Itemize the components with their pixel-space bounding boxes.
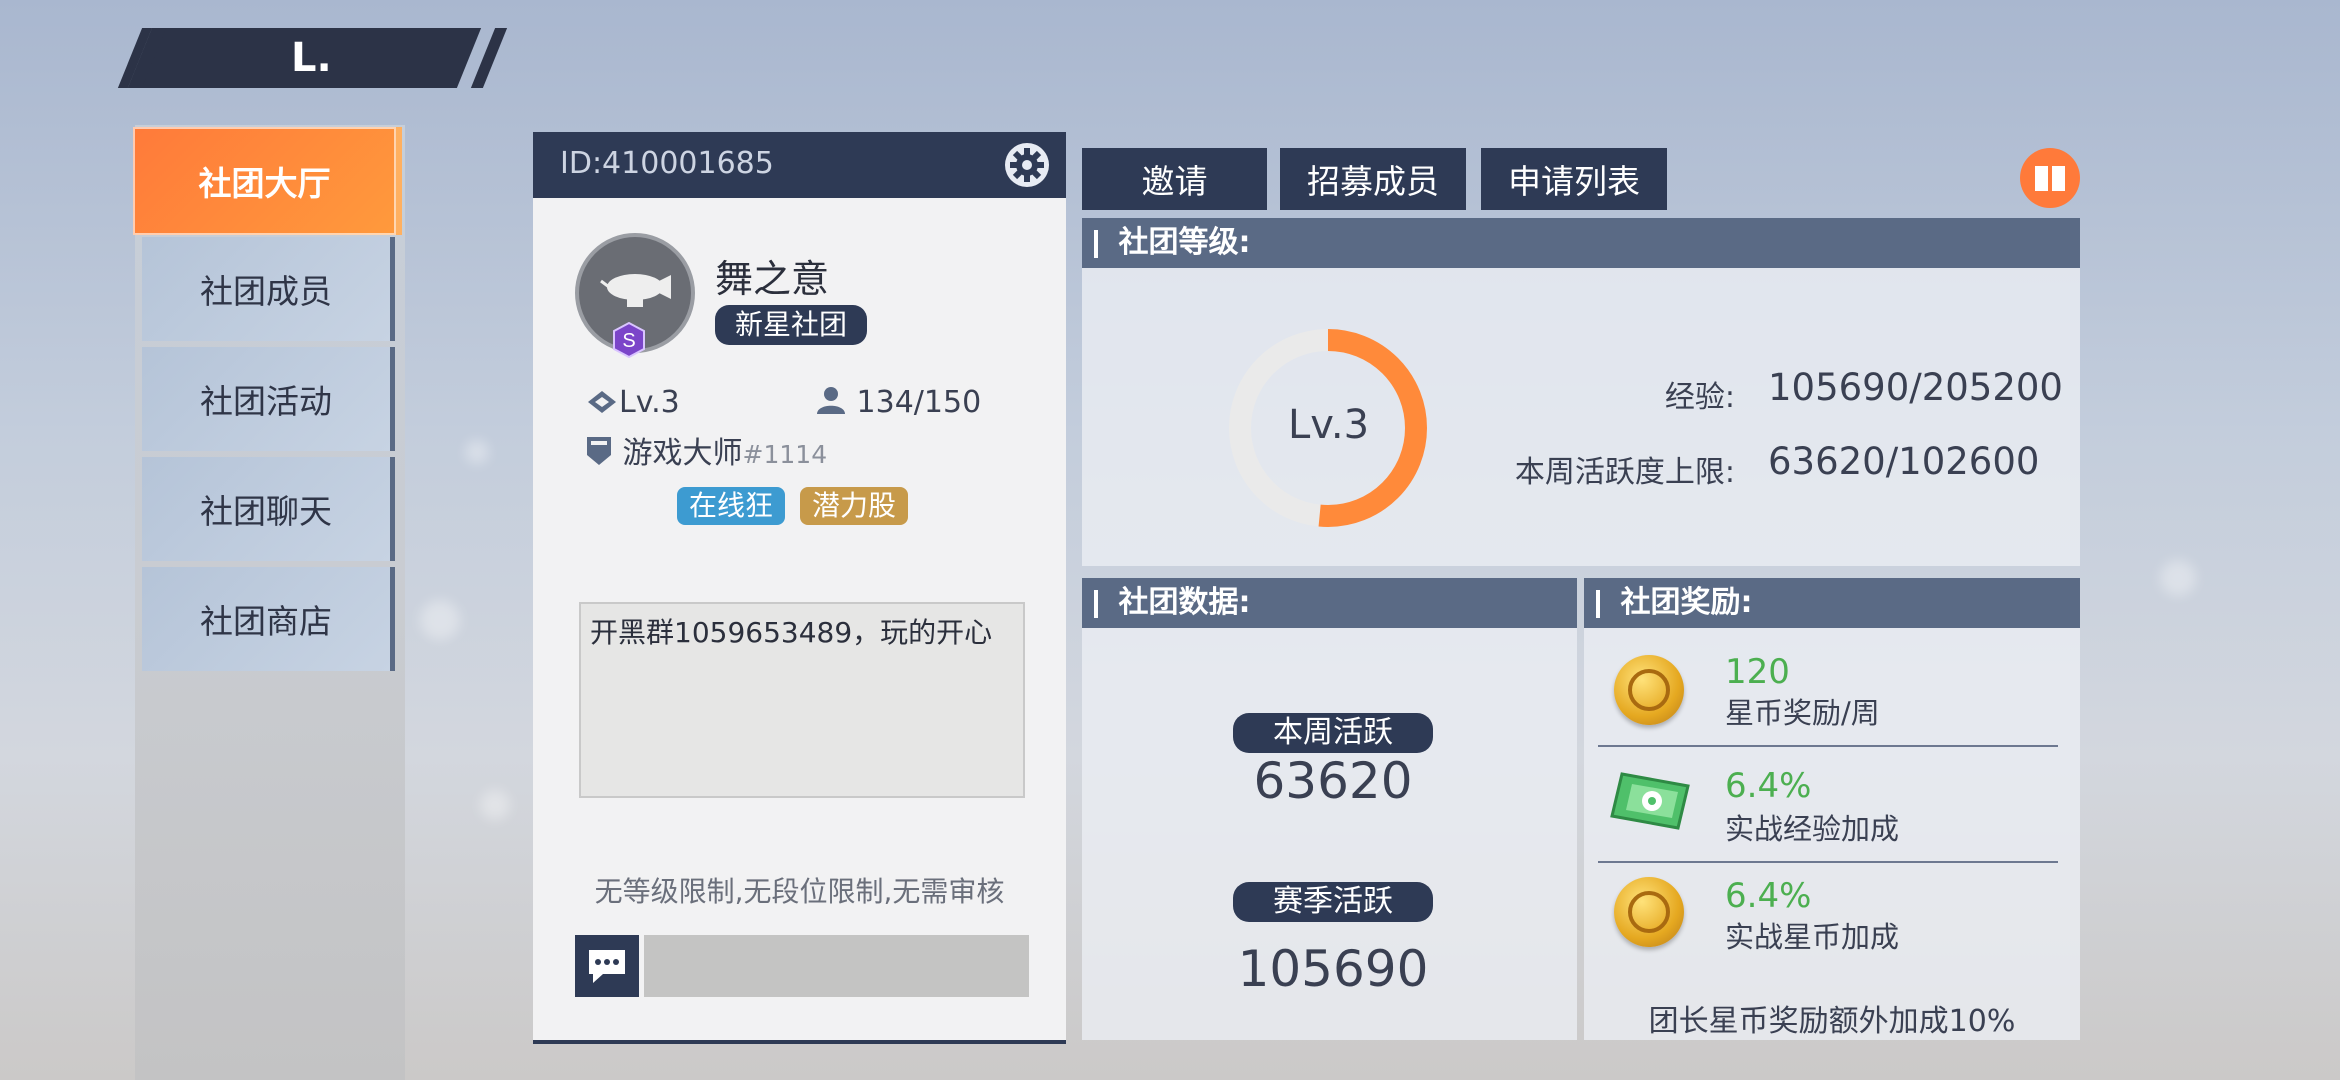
sidebar-item-hall[interactable]: 社团大厅 — [133, 127, 402, 235]
reward-coin-bonus-desc: 实战星币加成 — [1725, 920, 1900, 954]
star-coin-icon — [1614, 655, 1684, 725]
leader-info: 游戏大师#1114 — [585, 428, 827, 472]
sidebar-item-chat[interactable]: 社团聊天 — [142, 457, 395, 561]
reward-exp-bonus-value: 6.4% — [1725, 766, 1812, 806]
invite-button[interactable]: 邀请 — [1082, 148, 1267, 210]
person-icon — [817, 387, 845, 414]
applications-button[interactable]: 申请列表 — [1481, 148, 1667, 210]
applications-label: 申请列表 — [1508, 162, 1640, 201]
weekly-cap-label: 本周活跃度上限: — [1514, 455, 1735, 490]
reward-divider — [1598, 745, 2058, 747]
gear-icon[interactable] — [1003, 141, 1051, 189]
chat-button[interactable] — [575, 935, 639, 997]
level-section-header: 社团等级: — [1082, 218, 2080, 268]
club-level-stat: Lv.3 — [585, 385, 680, 420]
reward-exp-bonus-desc: 实战经验加成 — [1725, 812, 1900, 846]
reward-divider — [1598, 861, 2058, 863]
star-coin-icon — [1614, 877, 1684, 947]
chat-bubble-icon — [589, 950, 625, 983]
reward-coin-bonus-value: 6.4% — [1725, 876, 1812, 916]
book-icon[interactable] — [2020, 148, 2080, 208]
level-ring-label: Lv.3 — [1288, 402, 1370, 448]
leader-bonus-text: 团长星币奖励额外加成10% — [1648, 1004, 2016, 1039]
leader-name: 游戏大师 — [622, 436, 743, 471]
level-diamond-icon — [588, 391, 616, 413]
invite-label: 邀请 — [1141, 162, 1208, 201]
rank-badge-icon: S — [611, 321, 647, 359]
club-name: 舞之意 — [715, 257, 830, 301]
shield-icon — [587, 437, 611, 465]
sidebar-item-shop[interactable]: 社团商店 — [142, 567, 395, 671]
recruit-label: 招募成员 — [1307, 162, 1439, 201]
exp-value: 105690/205200 — [1768, 366, 2063, 409]
exp-label: 经验: — [1664, 380, 1735, 415]
back-glyph: L. — [291, 35, 332, 81]
sidebar-item-label: 社团成员 — [200, 272, 332, 311]
weekly-cap-value: 63620/102600 — [1768, 440, 2040, 483]
join-requirements: 无等级限制,无段位限制,无需审核 — [594, 875, 1005, 908]
sidebar-item-label: 社团活动 — [200, 382, 332, 421]
leader-tag: #1114 — [742, 440, 828, 469]
chat-input-bar[interactable] — [644, 935, 1029, 997]
club-notice-text: 开黑群1059653489，玩的开心 — [590, 616, 993, 649]
data-section-header: 社团数据: — [1082, 578, 1577, 628]
tag-potential: 潜力股 — [800, 487, 909, 525]
exp-card-icon — [1610, 772, 1690, 830]
sidebar-item-activities[interactable]: 社团活动 — [142, 347, 395, 451]
svg-text:S: S — [622, 330, 635, 352]
member-count-value: 134/150 — [856, 385, 982, 420]
season-active-value: 105690 — [1237, 940, 1429, 998]
sidebar-item-label: 社团商店 — [200, 602, 332, 641]
back-button[interactable]: L. — [127, 28, 482, 88]
club-id: ID:410001685 — [560, 146, 774, 181]
recruit-button[interactable]: 招募成员 — [1280, 148, 1466, 210]
club-level-value: Lv.3 — [619, 385, 680, 420]
club-type-tag: 新星社团 — [715, 305, 868, 345]
weekly-active-value: 63620 — [1253, 752, 1413, 810]
tag-online: 在线狂 — [677, 487, 786, 525]
rewards-section-header: 社团奖励: — [1584, 578, 2080, 628]
member-count-stat: 134/150 — [815, 385, 981, 420]
season-active-label: 赛季活跃 — [1233, 882, 1433, 922]
sidebar-item-members[interactable]: 社团成员 — [142, 237, 395, 341]
reward-weekly-coins-desc: 星币奖励/周 — [1725, 696, 1880, 730]
data-section-title: 社团数据: — [1118, 585, 1251, 620]
weekly-active-label: 本周活跃 — [1233, 713, 1433, 753]
level-section-title: 社团等级: — [1118, 225, 1251, 260]
sidebar-item-label: 社团聊天 — [200, 492, 332, 531]
rewards-section-title: 社团奖励: — [1620, 585, 1753, 620]
reward-weekly-coins-value: 120 — [1725, 652, 1790, 692]
sidebar-item-label: 社团大厅 — [198, 164, 331, 203]
